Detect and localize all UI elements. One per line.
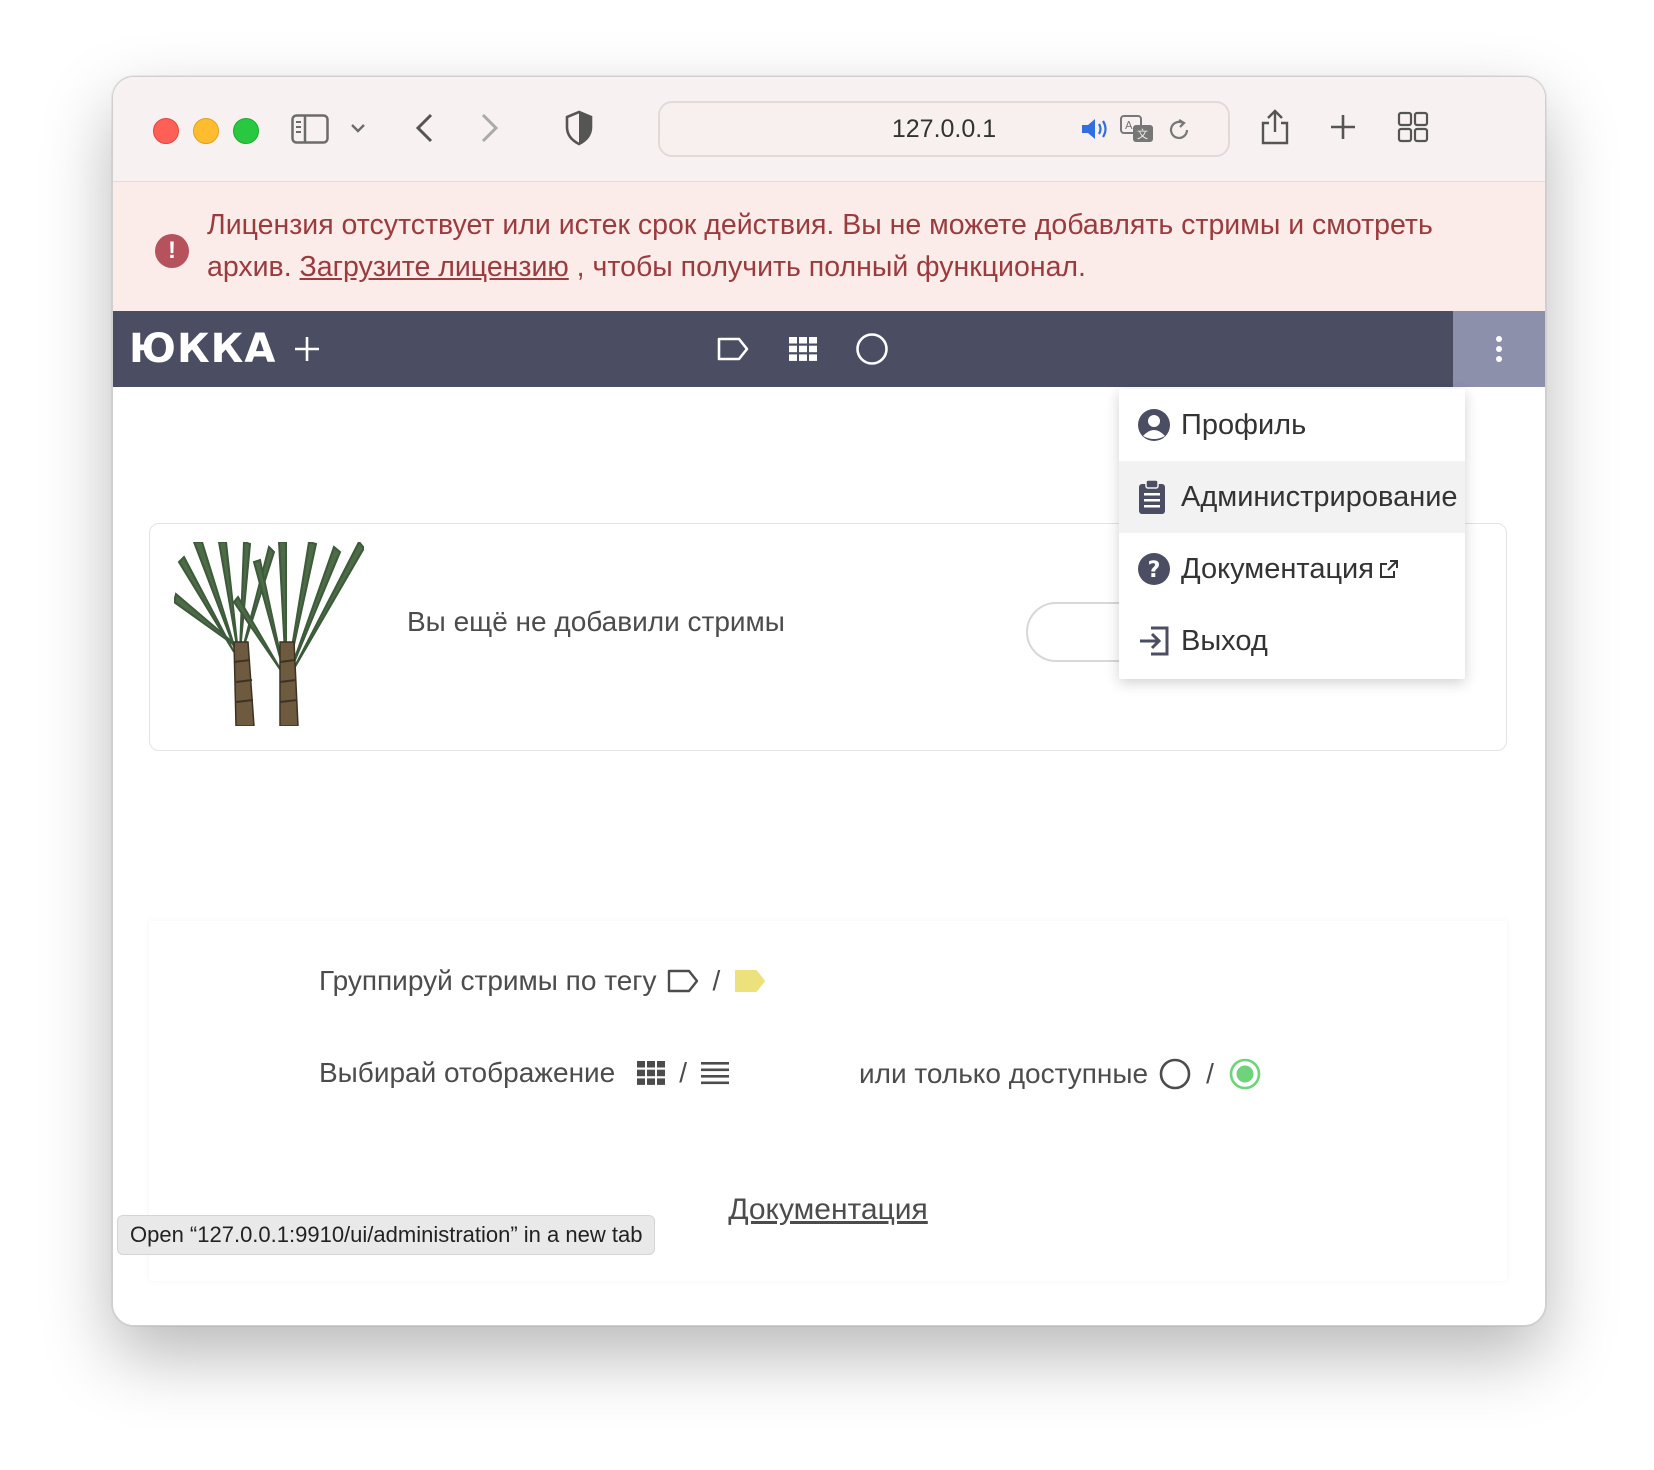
menu-item-label: Администрирование [1181, 480, 1458, 513]
new-tab-plus-icon[interactable] [1327, 111, 1359, 143]
sign-out-icon [1140, 626, 1169, 656]
privacy-shield-icon[interactable] [561, 107, 597, 149]
minimize-window-button[interactable] [193, 118, 219, 144]
tip-only-available: или только доступные / [859, 1057, 1262, 1091]
tip-choose-view-text: Выбирай отображение [319, 1057, 616, 1088]
menu-item-label: Выход [1181, 624, 1268, 657]
tip-group-by-tag: Группируй стримы по тегу / [319, 965, 766, 997]
menu-item-documentation[interactable]: ? Документация [1119, 533, 1465, 605]
add-stream-plus-icon[interactable] [289, 331, 325, 367]
menu-item-profile[interactable]: Профиль [1119, 389, 1465, 461]
tip-only-available-text: или только доступные [859, 1058, 1149, 1089]
zoom-window-button[interactable] [233, 118, 259, 144]
tip-choose-view: Выбирай отображение / [319, 1057, 730, 1089]
license-warning-tail: , чтобы получить полный функционал. [568, 251, 1086, 283]
svg-text:A: A [1125, 119, 1133, 132]
user-circle-icon [1138, 409, 1170, 441]
svg-text:文: 文 [1137, 127, 1148, 141]
user-dropdown-menu: Профиль Администрирование ? Документация… [1119, 389, 1465, 679]
yucca-plant-illustration [174, 542, 364, 726]
tag-filled-icon [735, 970, 766, 992]
tab-overview-icon[interactable] [1395, 109, 1431, 145]
sidebar-toggle-icon[interactable] [289, 109, 331, 149]
tip-separator: / [679, 1057, 688, 1088]
external-link-icon [1380, 560, 1398, 578]
forward-arrow-icon[interactable] [475, 107, 505, 149]
tag-outline-icon [667, 969, 698, 993]
menu-item-logout[interactable]: Выход [1119, 605, 1465, 677]
grid-view-icon [637, 1061, 666, 1085]
clipboard-icon [1139, 479, 1165, 514]
speaker-icon[interactable] [1078, 115, 1112, 143]
tag-filter-icon[interactable] [715, 331, 751, 367]
tip-group-by-tag-text: Группируй стримы по тегу [319, 965, 657, 996]
question-circle-icon: ? [1138, 553, 1170, 585]
browser-window: 127.0.0.1 A文 ! Лицензия отсутствует или … [112, 76, 1546, 1326]
empty-streams-message: Вы ещё не добавили стримы [407, 606, 785, 637]
app-navbar: ЮККА [113, 311, 1545, 387]
browser-toolbar: 127.0.0.1 A文 [113, 77, 1545, 182]
tip-separator: / [1206, 1058, 1214, 1089]
kebab-icon [1496, 336, 1502, 362]
share-icon[interactable] [1257, 103, 1293, 149]
reload-icon[interactable] [1164, 115, 1194, 145]
app-logo[interactable]: ЮККА [129, 325, 276, 373]
link-preview-status: Open “127.0.0.1:9910/ui/administration” … [117, 1215, 656, 1255]
exclamation-circle-icon: ! [155, 234, 189, 268]
list-view-icon [701, 1062, 730, 1085]
close-window-button[interactable] [153, 118, 179, 144]
menu-item-label: Документация [1181, 552, 1374, 585]
translate-icon[interactable]: A文 [1118, 113, 1156, 145]
address-bar[interactable]: 127.0.0.1 A文 [658, 101, 1230, 157]
svg-text:?: ? [1148, 558, 1161, 583]
menu-item-label: Профиль [1181, 408, 1307, 441]
offline-circle-icon [1159, 1058, 1191, 1090]
online-filter-circle-icon[interactable] [853, 330, 891, 368]
user-menu-kebab-button[interactable] [1453, 311, 1545, 387]
grid-view-icon[interactable] [785, 331, 821, 367]
chevron-down-icon[interactable] [347, 117, 369, 139]
back-arrow-icon[interactable] [409, 107, 439, 149]
license-warning-text: Лицензия отсутствует или истек срок дейс… [207, 204, 1507, 288]
upload-license-link[interactable]: Загрузите лицензию [300, 251, 569, 283]
license-warning-banner: ! Лицензия отсутствует или истек срок де… [113, 182, 1545, 311]
online-circle-icon [1229, 1058, 1261, 1090]
tip-separator: / [712, 965, 721, 996]
menu-item-administration[interactable]: Администрирование [1119, 461, 1465, 533]
